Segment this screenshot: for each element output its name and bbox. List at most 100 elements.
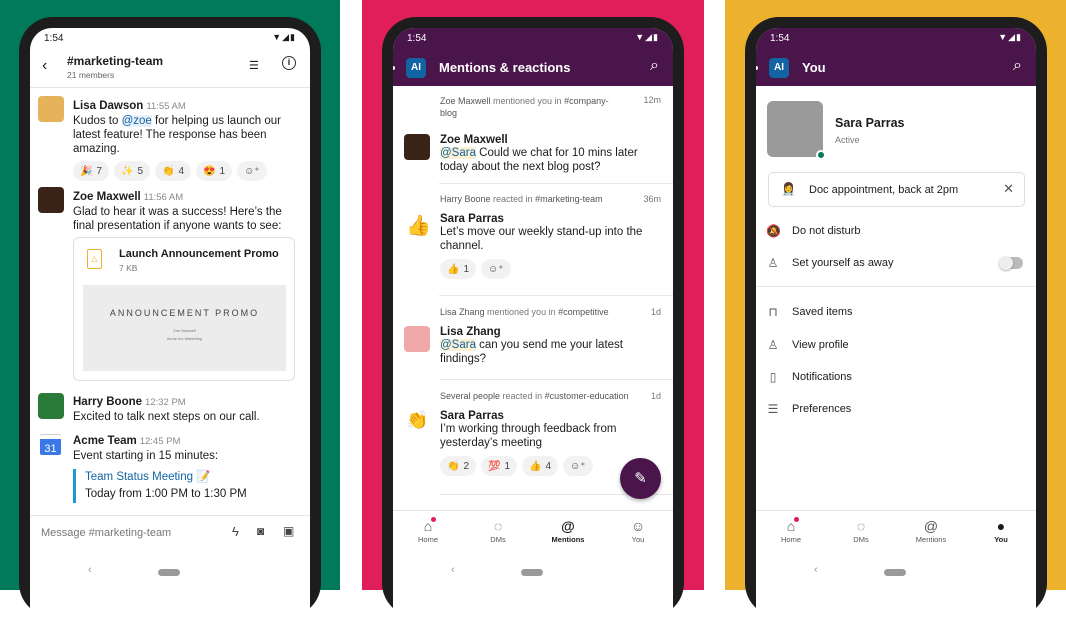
mention-item[interactable]: Zoe Maxwell @Sara Could we chat for 10 m… [440,134,660,174]
profile-avatar[interactable] [767,101,823,157]
reaction[interactable]: 👍 4 [522,456,559,476]
tab-mentions[interactable]: @ Mentions [533,511,603,556]
tab-dms[interactable]: ◌ DMs [463,511,533,556]
tab-dms[interactable]: ◌ DMs [826,511,896,556]
clock: 1:54 [44,33,64,44]
reaction[interactable]: 👏 2 [440,456,477,476]
tab-mentions[interactable]: @ Mentions [896,511,966,556]
timestamp: 11:56 AM [143,192,184,203]
away-toggle[interactable] [999,256,1023,270]
signal-icons: ▼◢▮ [272,32,296,42]
phone-mentions: 1:54 ▼◢▮ AI Mentions & reactions ⌕ Zoe Ma… [382,17,684,628]
reactions: 🎉 7 ✨ 5 👏 4 😍 1 ☺⁺ [73,161,303,181]
mentions-icon: @ [923,518,939,534]
age: 1d [650,307,661,317]
avatar-harry-boone[interactable] [38,393,64,419]
memo-emoji: 📝 [196,471,211,483]
message: Zoe Maxwell 11:56 AM Glad to hear it was … [73,187,303,233]
search-channel-icon[interactable]: ☰ [249,59,259,72]
channel-header: ‹ #marketing-team 21 members ☰ i [30,52,310,88]
message-text: Event starting in 15 minutes: [73,450,219,462]
custom-status-field[interactable]: 👩‍⚕️ Doc appointment, back at 2pm ✕ [768,172,1025,207]
reaction[interactable]: 💯 1 [481,456,518,476]
mentions-header: 1:54 ▼◢▮ AI Mentions & reactions ⌕ [393,28,673,86]
search-icon[interactable]: ⌕ [650,57,659,75]
sender-name[interactable]: Harry Boone [73,396,142,408]
avatar-zoe-maxwell[interactable] [38,187,64,213]
message-composer: Message #marketing-team ϟ ◙ ▣ [30,515,310,551]
search-icon[interactable]: ⌕ [1013,57,1022,75]
tab-home[interactable]: ⌂ Home [393,511,463,556]
menu-notifications[interactable]: ▯ Notifications [766,370,852,384]
sender-name[interactable]: Lisa Dawson [73,100,143,112]
add-reaction-icon[interactable]: ☺⁺ [563,456,593,476]
nav-home-pill[interactable] [521,569,543,576]
phone-notification-icon: ▯ [769,370,777,384]
status-emoji: 👩‍⚕️ [781,182,796,196]
file-name: Launch Announcement Promo [119,248,279,260]
dms-icon: ◌ [856,518,866,534]
message: Acme Team 12:45 PM Event starting in 15 m… [73,431,303,503]
file-attachment[interactable]: △ Launch Announcement Promo 7 KB ANNOUNC… [73,237,295,381]
reaction-item[interactable]: Sara Parras Let’s move our weekly stand-… [440,213,660,279]
reaction[interactable]: 😍 1 [196,161,233,181]
page-title: Mentions & reactions [439,60,571,75]
menu-saved-items[interactable]: ⊓ Saved items [766,305,852,319]
sender-name[interactable]: Zoe Maxwell [73,191,141,203]
reaction[interactable]: 👍 1 [440,259,477,279]
menu-view-profile[interactable]: ♙ View profile [766,338,849,352]
clock: 1:54 [770,33,790,44]
unread-dot [393,66,395,70]
camera-icon[interactable]: ◙ [257,524,264,538]
workspace-switcher[interactable]: AI [769,58,789,78]
clear-status-icon[interactable]: ✕ [1003,181,1014,197]
person-icon: ♙ [767,338,779,352]
tab-you[interactable]: ☺ You [603,511,673,556]
android-nav-bar: ‹ [393,560,673,590]
age: 12m [643,95,661,105]
shortcuts-lightning-icon[interactable]: ϟ [232,524,239,539]
divider [439,183,673,184]
channel-title[interactable]: #marketing-team [67,54,163,68]
nav-home-pill[interactable] [884,569,906,576]
message-text: Excited to talk next steps on our call. [73,411,260,423]
android-nav-bar: ‹ [756,560,1036,590]
user-mention[interactable]: @zoe [121,115,152,127]
channel-link[interactable]: #competitive [558,307,609,317]
user-mention[interactable]: @Sara [440,147,476,159]
compose-button[interactable]: ✎ [620,458,661,499]
add-reaction-icon[interactable]: ☺⁺ [237,161,267,181]
age: 36m [643,194,661,204]
away-item[interactable]: ♙ Set yourself as away [766,256,894,270]
event-title-link[interactable]: Team Status Meeting [85,471,193,483]
sender-name[interactable]: Acme Team [73,435,137,447]
home-icon: ⌂ [756,517,826,535]
user-mention[interactable]: @Sara [440,339,476,351]
nav-back-icon[interactable]: ‹ [451,564,455,576]
avatar-lisa-zhang[interactable] [404,326,430,352]
nav-back-icon[interactable]: ‹ [814,564,818,576]
add-reaction-icon[interactable]: ☺⁺ [481,259,511,279]
back-arrow-icon[interactable]: ‹ [42,57,47,75]
reaction[interactable]: 🎉 7 [73,161,110,181]
nav-back-icon[interactable]: ‹ [88,564,92,576]
mentions-screen: 1:54 ▼◢▮ AI Mentions & reactions ⌕ Zoe Ma… [393,28,673,628]
tab-you[interactable]: ● You [966,511,1036,556]
channel-link[interactable]: #marketing-team [535,194,603,204]
clap-icon: 👏 [406,410,429,430]
info-icon[interactable]: i [282,56,296,70]
sliders-icon: ☰ [767,402,779,416]
message-input[interactable]: Message #marketing-team [41,527,171,539]
nav-home-pill[interactable] [158,569,180,576]
avatar-lisa-dawson[interactable] [38,96,64,122]
channel-link[interactable]: #customer-education [545,391,629,401]
dnd-item[interactable]: 🔕 Do not disturb [766,224,860,238]
tab-home[interactable]: ⌂ Home [756,511,826,556]
menu-preferences[interactable]: ☰ Preferences [766,402,852,416]
reaction[interactable]: 👏 4 [155,161,192,181]
gallery-icon[interactable]: ▣ [283,524,294,538]
workspace-switcher[interactable]: AI [406,58,426,78]
avatar-zoe-maxwell[interactable] [404,134,430,160]
mention-item[interactable]: Lisa Zhang @Sara can you send me your la… [440,326,660,366]
reaction[interactable]: ✨ 5 [114,161,151,181]
